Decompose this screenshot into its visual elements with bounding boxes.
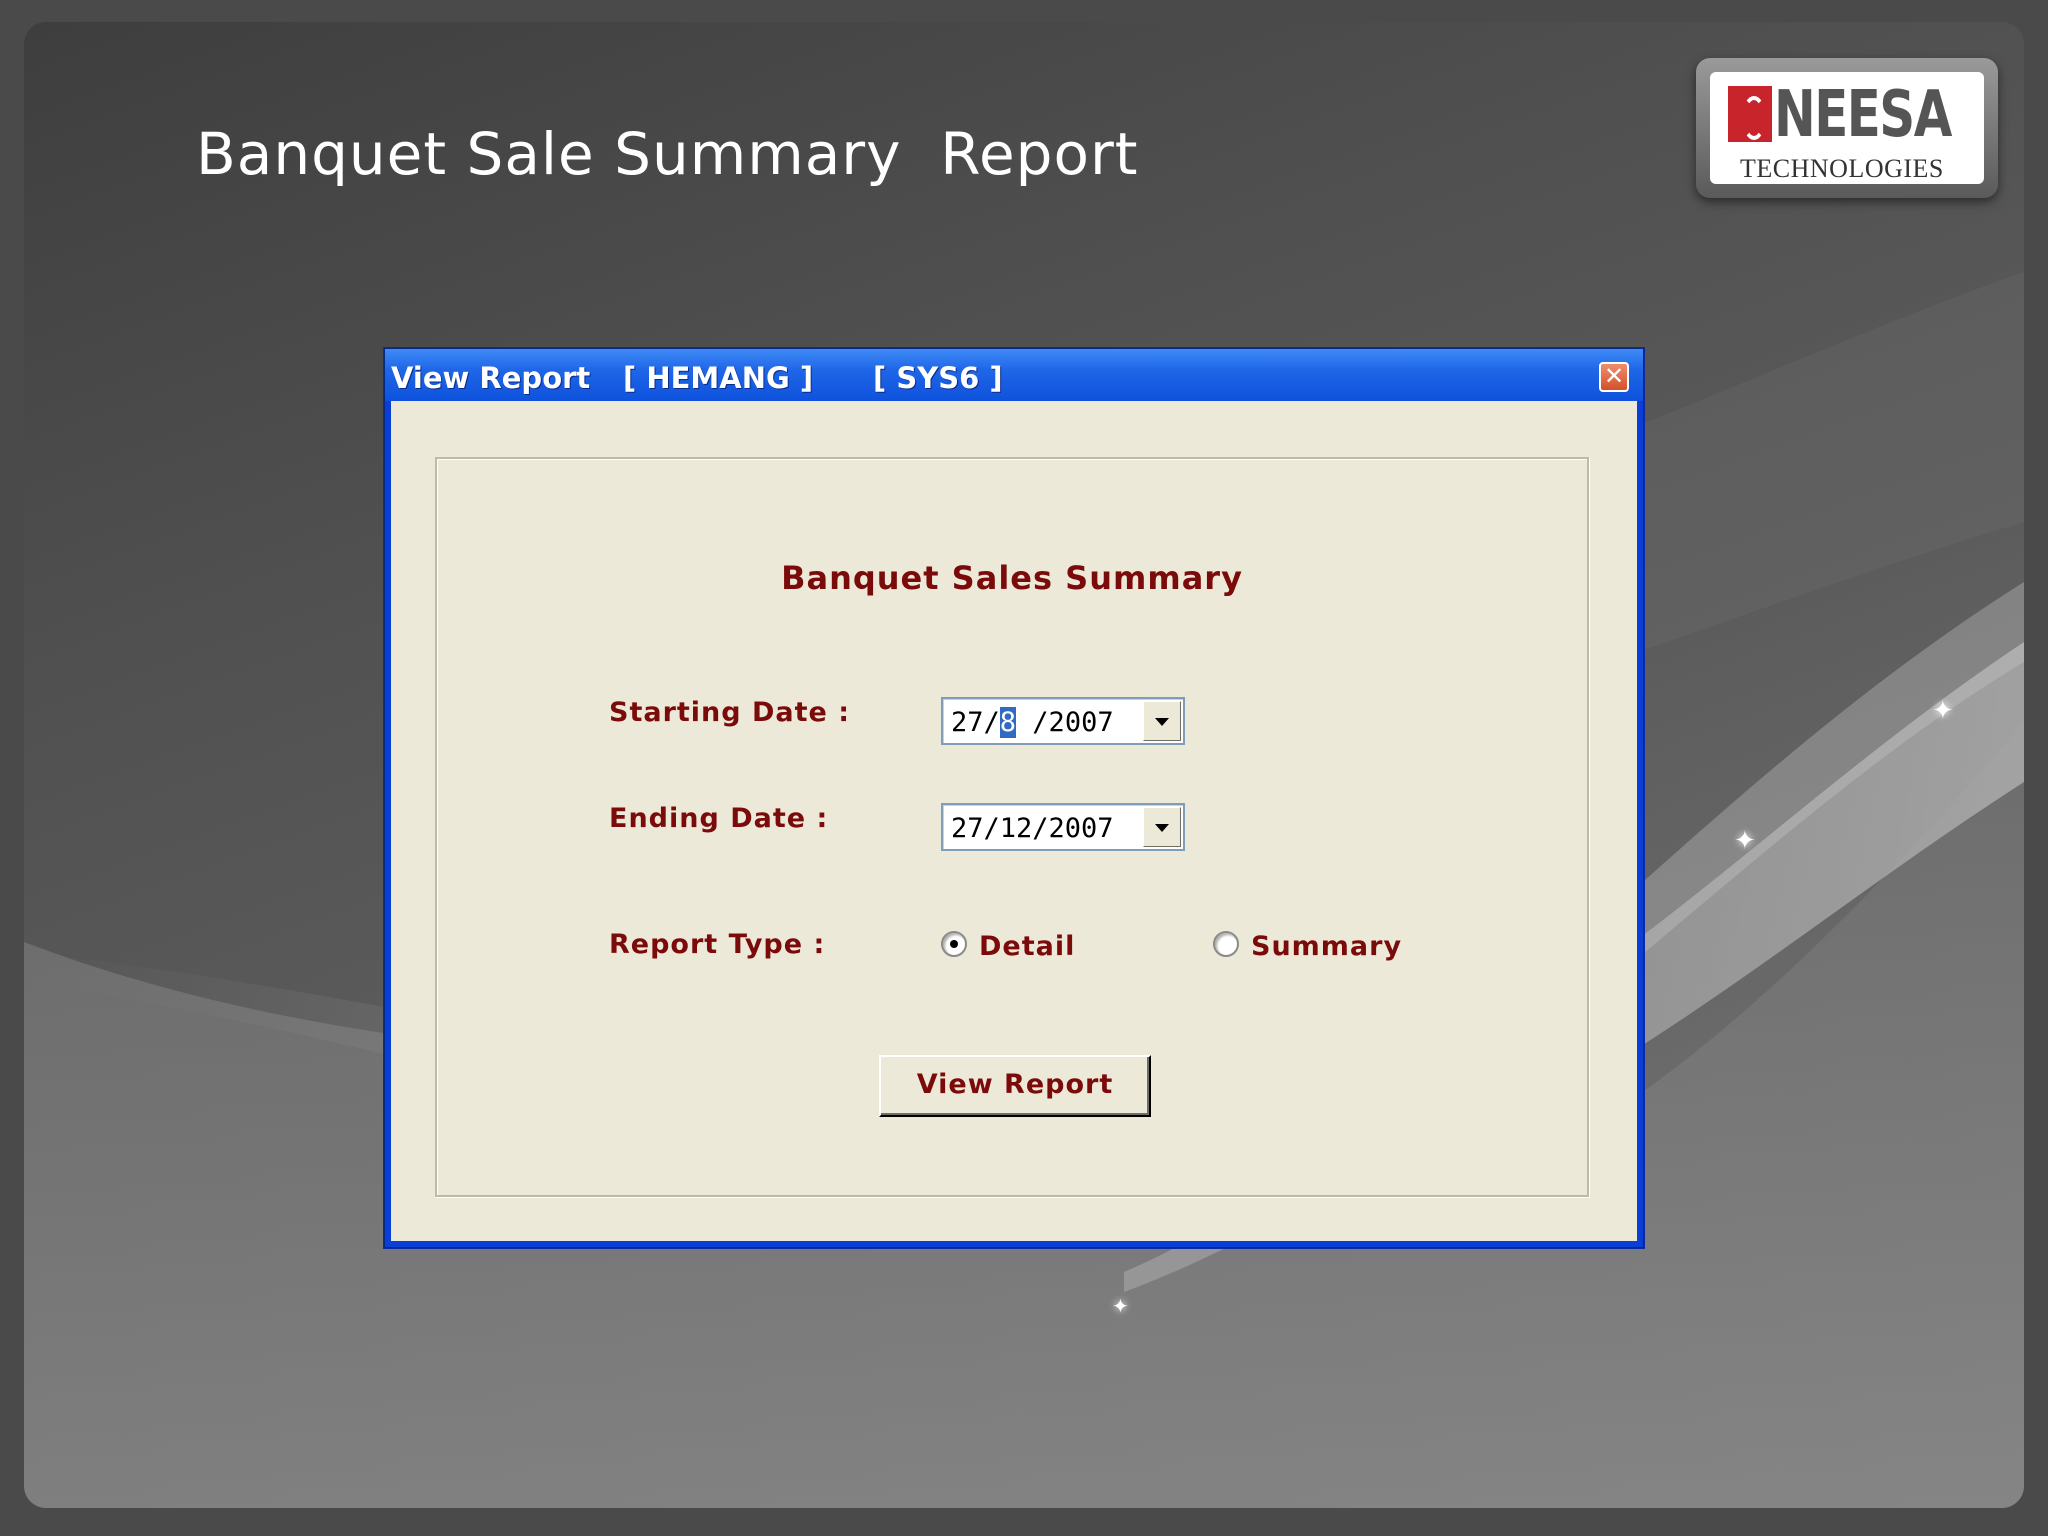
form-frame: Banquet Sales Summary Starting Date : 27… [435,457,1589,1197]
ending-date-label: Ending Date : [609,803,829,834]
window-user: [ HEMANG ] [623,361,814,395]
summary-radio[interactable] [1213,931,1239,957]
window-system: [ SYS6 ] [873,361,1003,395]
starting-date-value[interactable]: 27/8 /2007 [951,707,1114,738]
report-type-label: Report Type : [609,929,826,960]
window-client-area: Banquet Sales Summary Starting Date : 27… [391,401,1637,1241]
sparkle-icon: ✦ [1112,1294,1129,1318]
logo-name: NEESA [1774,78,1952,152]
summary-radio-label[interactable]: Summary [1251,931,1402,962]
neesa-logo-mark-icon [1728,86,1772,142]
ending-date-picker[interactable]: 27/12/2007 [941,803,1185,851]
starting-date-label: Starting Date : [609,697,851,728]
sparkle-icon: ✦ [1932,696,1954,726]
window-titlebar[interactable]: View Report [ HEMANG ] [ SYS6 ] ✕ [385,349,1643,401]
company-logo: NEESA TECHNOLOGIES [1696,58,1998,198]
ending-date-dropdown-button[interactable] [1143,807,1181,847]
detail-radio[interactable] [941,931,967,957]
selected-date-segment: 8 [999,707,1017,738]
window-title: View Report [391,361,591,395]
ending-date-value[interactable]: 27/12/2007 [951,813,1114,844]
starting-date-picker[interactable]: 27/8 /2007 [941,697,1185,745]
starting-date-dropdown-button[interactable] [1143,701,1181,741]
slide-title: Banquet Sale Summary Report [196,120,1139,188]
close-icon: ✕ [1603,362,1625,390]
close-button[interactable]: ✕ [1599,362,1629,392]
logo-subtitle: TECHNOLOGIES [1740,154,1944,183]
form-heading: Banquet Sales Summary [781,559,1243,597]
detail-radio-label[interactable]: Detail [979,931,1075,962]
sparkle-icon: ✦ [1734,826,1756,856]
view-report-button[interactable]: View Report [879,1055,1151,1117]
view-report-window: View Report [ HEMANG ] [ SYS6 ] ✕ Banque… [384,348,1644,1248]
